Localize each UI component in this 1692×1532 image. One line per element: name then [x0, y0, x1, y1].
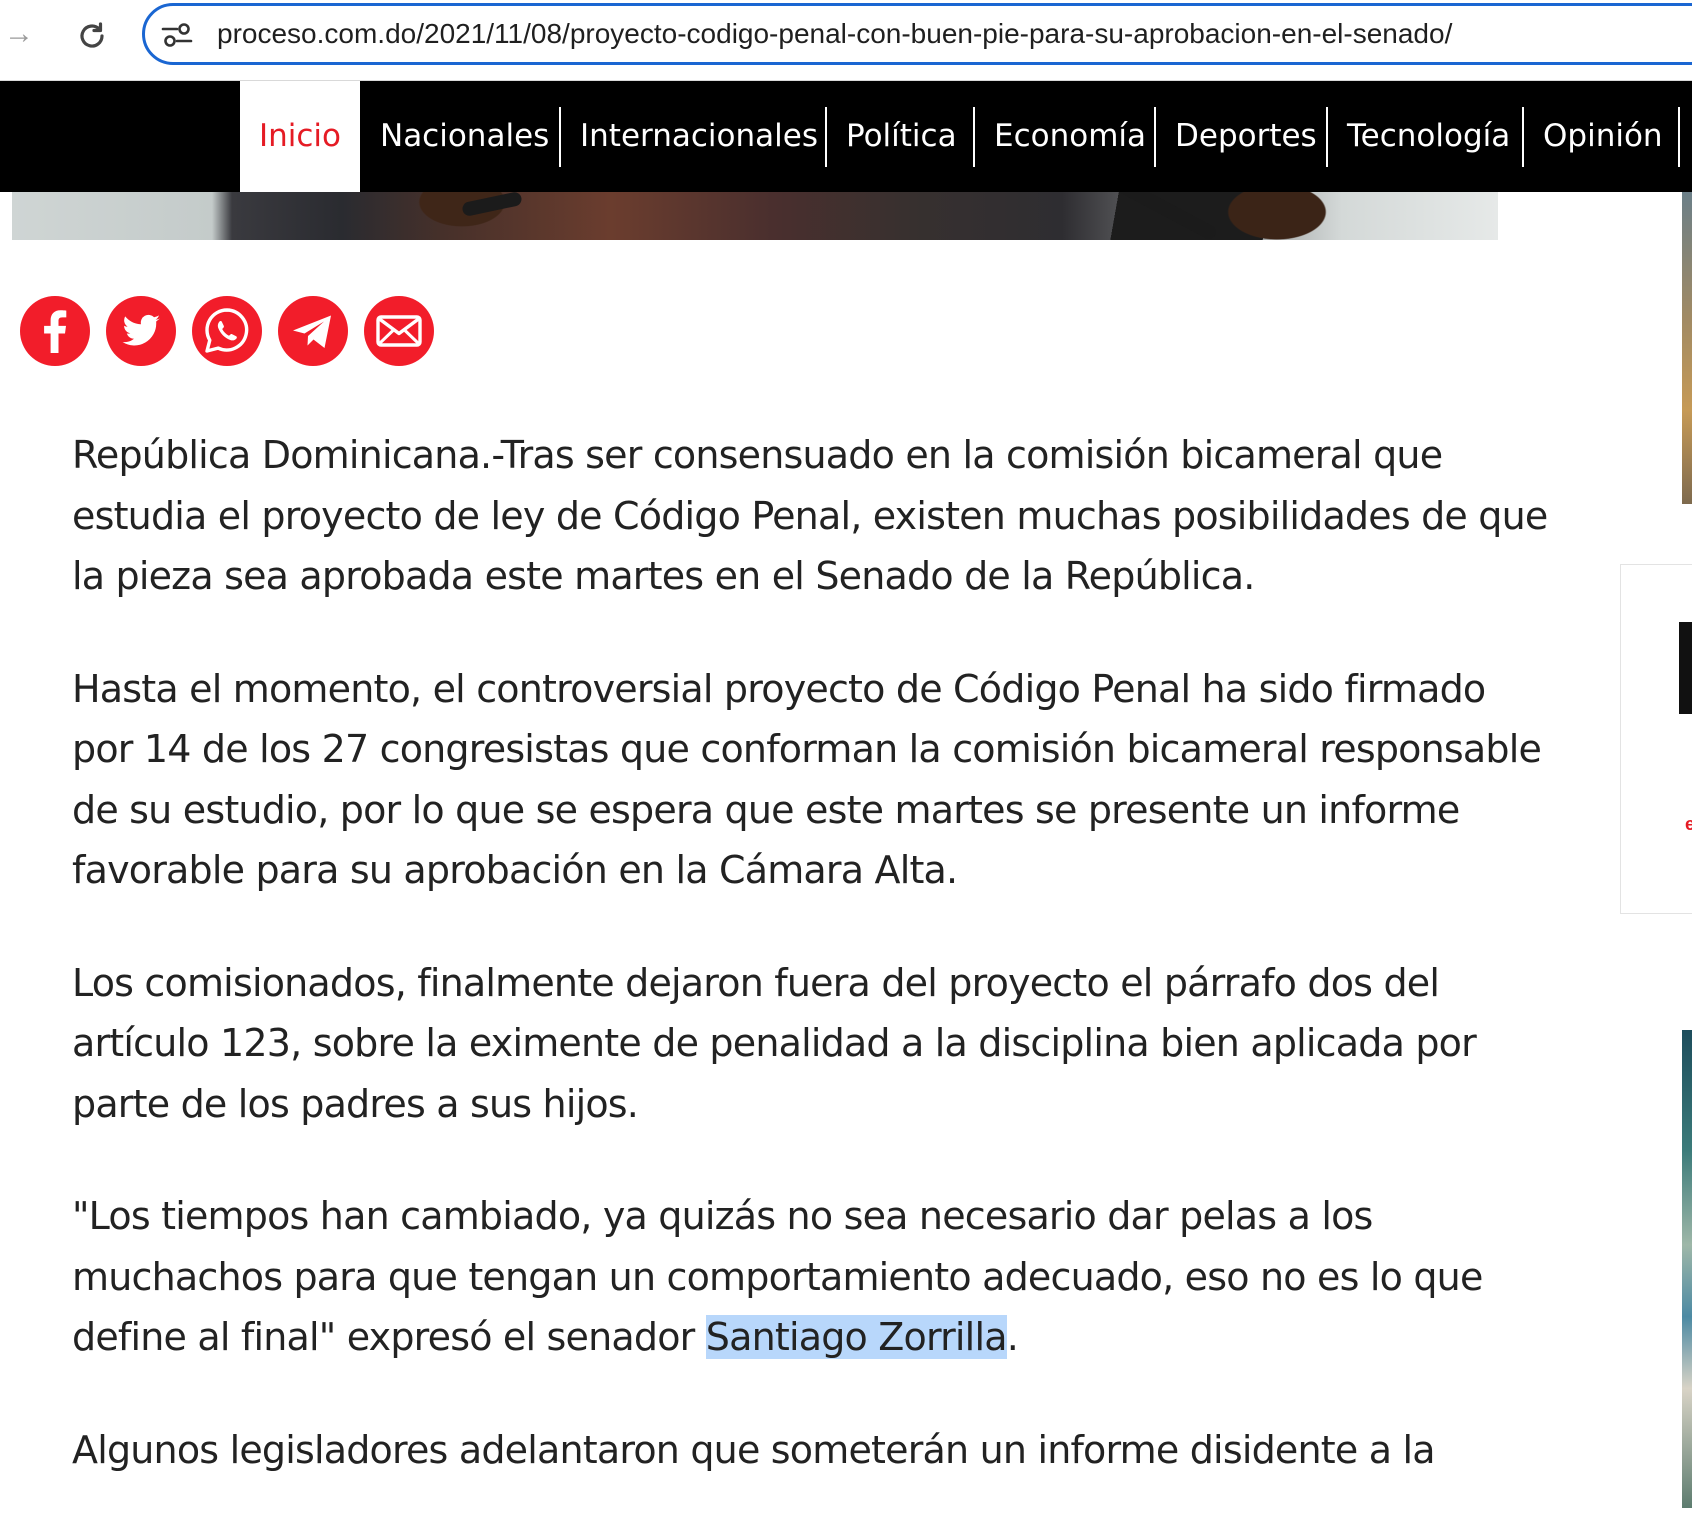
- sidebar-block: [1679, 622, 1692, 714]
- article-hero-image: [12, 192, 1498, 240]
- microphone-shape: [1105, 192, 1219, 240]
- paragraph: Hasta el momento, el controversial proye…: [72, 659, 1542, 901]
- nav-separator: [559, 107, 561, 167]
- nav-separator: [825, 107, 827, 167]
- nav-item-politica[interactable]: Política: [846, 81, 957, 192]
- text-fragment: .: [1006, 1315, 1019, 1359]
- sidebar-image[interactable]: [1682, 1030, 1692, 1508]
- sidebar-image[interactable]: [1682, 192, 1692, 504]
- nav-item-internacionales[interactable]: Internacionales: [580, 81, 818, 192]
- microphone-shape: [461, 192, 523, 218]
- url-text[interactable]: proceso.com.do/2021/11/08/proyecto-codig…: [217, 6, 1452, 62]
- forward-icon[interactable]: →: [2, 16, 36, 52]
- text-line: artículo 123, sobre la eximente de penal…: [72, 1021, 1477, 1065]
- telegram-icon[interactable]: [278, 296, 348, 366]
- text-line: Los comisionados, finalmente dejaron fue…: [72, 960, 1440, 1005]
- email-icon[interactable]: [364, 296, 434, 366]
- sidebar-widget[interactable]: e: [1620, 564, 1692, 914]
- facebook-icon[interactable]: [20, 296, 90, 366]
- sidebar-text: e: [1685, 814, 1692, 834]
- site-info-icon[interactable]: [161, 20, 195, 50]
- whatsapp-icon[interactable]: [192, 296, 262, 366]
- text-line: la pieza sea aprobada este martes en el …: [72, 554, 1255, 598]
- article-body: República Dominicana.-Tras ser consensua…: [72, 425, 1548, 1532]
- text-fragment: define al final" expresó el senador: [72, 1315, 706, 1359]
- nav-separator: [973, 107, 975, 167]
- text-line: de su estudio, por lo que se espera que …: [72, 787, 1460, 832]
- text-line: estudia el proyecto de ley de Código Pen…: [72, 493, 1548, 538]
- paragraph: Algunos legisladores adelantaron que som…: [72, 1420, 1512, 1481]
- nav-item-economia[interactable]: Economía: [994, 81, 1146, 192]
- reload-icon[interactable]: [72, 16, 112, 56]
- browser-toolbar: → proceso.com.do/2021/11/08/proyecto-cod…: [0, 0, 1692, 81]
- paragraph: Los comisionados, finalmente dejaron fue…: [72, 953, 1512, 1135]
- nav-item-opinion[interactable]: Opinión: [1543, 81, 1663, 192]
- text-line: parte de los padres a sus hijos.: [72, 1081, 639, 1126]
- senator-name-link[interactable]: Santiago Zorrilla: [705, 1315, 1007, 1359]
- nav-separator: [1326, 107, 1328, 167]
- site-nav: Inicio Nacionales Internacionales Políti…: [0, 81, 1692, 192]
- twitter-icon[interactable]: [106, 296, 176, 366]
- text-line: Algunos legisladores adelantaron que som…: [72, 1427, 1436, 1472]
- text-line: "Los tiempos han cambiado, ya quizás no …: [72, 1194, 1373, 1238]
- text-line: Hasta el momento, el controversial proye…: [72, 666, 1486, 711]
- text-line: favorable para su aprobación en la Cámar…: [72, 848, 958, 892]
- nav-item-inicio[interactable]: Inicio: [240, 81, 360, 192]
- nav-item-tecnologia[interactable]: Tecnología: [1347, 81, 1510, 192]
- nav-separator: [1154, 107, 1156, 167]
- paragraph: "Los tiempos han cambiado, ya quizás no …: [72, 1186, 1512, 1368]
- nav-separator: [1522, 107, 1524, 167]
- nav-item-nacionales[interactable]: Nacionales: [380, 81, 549, 192]
- text-line: muchachos para que tengan un comportamie…: [72, 1254, 1483, 1299]
- nav-item-deportes[interactable]: Deportes: [1175, 81, 1317, 192]
- text-line: define al final" expresó el senador Sant…: [72, 1307, 1512, 1368]
- text-line: por 14 de los 27 congresistas que confor…: [72, 727, 1542, 771]
- text-line: República Dominicana.-Tras ser consensua…: [72, 433, 1443, 477]
- address-bar[interactable]: proceso.com.do/2021/11/08/proyecto-codig…: [142, 3, 1692, 65]
- paragraph: República Dominicana.-Tras ser consensua…: [72, 425, 1548, 607]
- nav-separator: [1678, 107, 1680, 167]
